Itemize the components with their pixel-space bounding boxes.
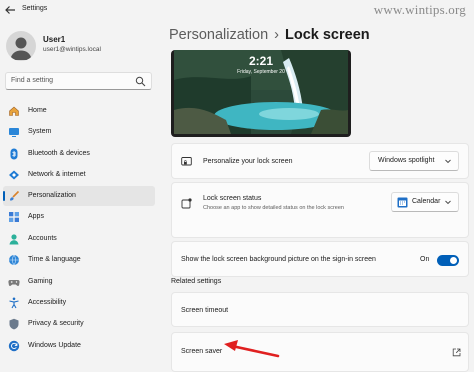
sidebar-item-accounts[interactable]: Accounts: [3, 229, 155, 249]
brush-icon: [10, 190, 20, 201]
sidebar-item-personalization[interactable]: Personalization: [3, 186, 155, 206]
lock-screen-date: Friday, September 20: [237, 69, 285, 75]
personalize-lock-screen-label: Personalize your lock screen: [203, 158, 293, 165]
screen-saver-label: Screen saver: [181, 348, 223, 355]
toggle-knob: [450, 257, 457, 264]
lock-screen-icon: [181, 157, 192, 166]
back-arrow-icon[interactable]: [3, 3, 17, 17]
screen-saver-card[interactable]: Screen saver: [171, 332, 469, 372]
sidebar-item-label: Network & internet: [28, 171, 86, 178]
sidebar-item-privacy-security[interactable]: Privacy & security: [3, 314, 155, 334]
user-name: User1: [43, 35, 66, 44]
calendar-icon: [397, 197, 408, 208]
signin-background-toggle[interactable]: [437, 255, 459, 266]
accessibility-icon: [9, 297, 19, 309]
dropdown-value: Calendar: [412, 198, 441, 205]
screen-timeout-label: Screen timeout: [181, 307, 229, 314]
update-icon: [8, 340, 20, 352]
chevron-down-icon: [445, 200, 451, 205]
signin-background-card: Show the lock screen background picture …: [171, 241, 469, 277]
lock-screen-time: 2:21: [248, 54, 274, 68]
breadcrumb-separator: ›: [274, 27, 279, 43]
sidebar-item-network[interactable]: Network & internet: [3, 165, 155, 185]
sidebar-item-bluetooth[interactable]: Bluetooth & devices: [3, 144, 155, 164]
user-avatar-icon: [10, 37, 32, 60]
toggle-state-label: On: [420, 256, 430, 263]
globe-icon: [9, 254, 19, 266]
sidebar-item-label: Personalization: [28, 192, 76, 199]
related-settings-heading: Related settings: [171, 278, 222, 285]
sidebar-item-time-language[interactable]: Time & language: [3, 250, 155, 270]
lock-screen-status-description: Choose an app to show detailed status on…: [203, 205, 344, 211]
external-link-icon: [452, 348, 461, 357]
sidebar-item-system[interactable]: System: [3, 122, 155, 142]
active-indicator: [3, 191, 5, 201]
bluetooth-icon: [10, 148, 18, 160]
sidebar-item-label: Time & language: [28, 256, 81, 263]
lock-screen-preview: 2:21 Friday, September 20: [171, 50, 351, 137]
breadcrumb-personalization[interactable]: Personalization: [169, 27, 268, 43]
lock-screen-status-label: Lock screen status: [203, 195, 262, 202]
network-icon: [9, 170, 19, 180]
red-arrow-annotation: [224, 340, 280, 358]
sidebar-item-apps[interactable]: Apps: [3, 207, 155, 227]
avatar[interactable]: [6, 31, 36, 61]
spotlight-dropdown[interactable]: Windows spotlight: [369, 151, 459, 171]
dropdown-value: Windows spotlight: [378, 157, 435, 164]
sidebar-item-label: Gaming: [28, 278, 53, 285]
lock-screen-status-card[interactable]: Lock screen status Choose an app to show…: [171, 182, 469, 238]
search-input[interactable]: Find a setting: [5, 72, 152, 90]
watermark: www.wintips.org: [373, 2, 466, 17]
status-icon: [181, 198, 192, 209]
signin-background-label: Show the lock screen background picture …: [181, 256, 376, 263]
sidebar-item-label: Privacy & security: [28, 320, 84, 327]
sidebar-item-label: Windows Update: [28, 342, 81, 349]
gaming-icon: [8, 280, 20, 286]
sidebar-item-label: Apps: [28, 213, 44, 220]
home-icon: [9, 106, 19, 116]
sidebar-item-windows-update[interactable]: Windows Update: [3, 336, 155, 356]
app-title: Settings: [22, 5, 48, 12]
sidebar: User1 user1@wintips.local Find a setting…: [0, 20, 162, 372]
personalize-lock-screen-card[interactable]: Personalize your lock screen Windows spo…: [171, 143, 469, 179]
chevron-down-icon: [445, 159, 451, 164]
title-bar: Settings www.wintips.org: [0, 0, 474, 20]
search-placeholder: Find a setting: [11, 77, 54, 84]
breadcrumb-current: Lock screen: [285, 27, 370, 43]
sidebar-item-label: Accounts: [28, 235, 57, 242]
accounts-icon: [9, 234, 19, 245]
system-icon: [9, 128, 19, 137]
sidebar-item-home[interactable]: Home: [3, 101, 155, 121]
page-title: Personalization › Lock screen: [169, 27, 370, 43]
apps-icon: [9, 212, 19, 222]
sidebar-item-label: Bluetooth & devices: [28, 150, 90, 157]
main-content: Personalization › Lock screen 2:21 Friday,…: [162, 20, 474, 372]
sidebar-item-gaming[interactable]: Gaming: [3, 272, 155, 292]
sidebar-item-accessibility[interactable]: Accessibility: [3, 293, 155, 313]
sidebar-item-label: System: [28, 128, 52, 135]
status-app-dropdown[interactable]: Calendar: [391, 192, 459, 212]
screen-timeout-card[interactable]: Screen timeout: [171, 292, 469, 327]
shield-icon: [9, 318, 19, 330]
search-icon: [135, 76, 146, 87]
user-email: user1@wintips.local: [43, 46, 101, 53]
sidebar-item-label: Accessibility: [28, 299, 67, 306]
sidebar-item-label: Home: [28, 107, 47, 114]
